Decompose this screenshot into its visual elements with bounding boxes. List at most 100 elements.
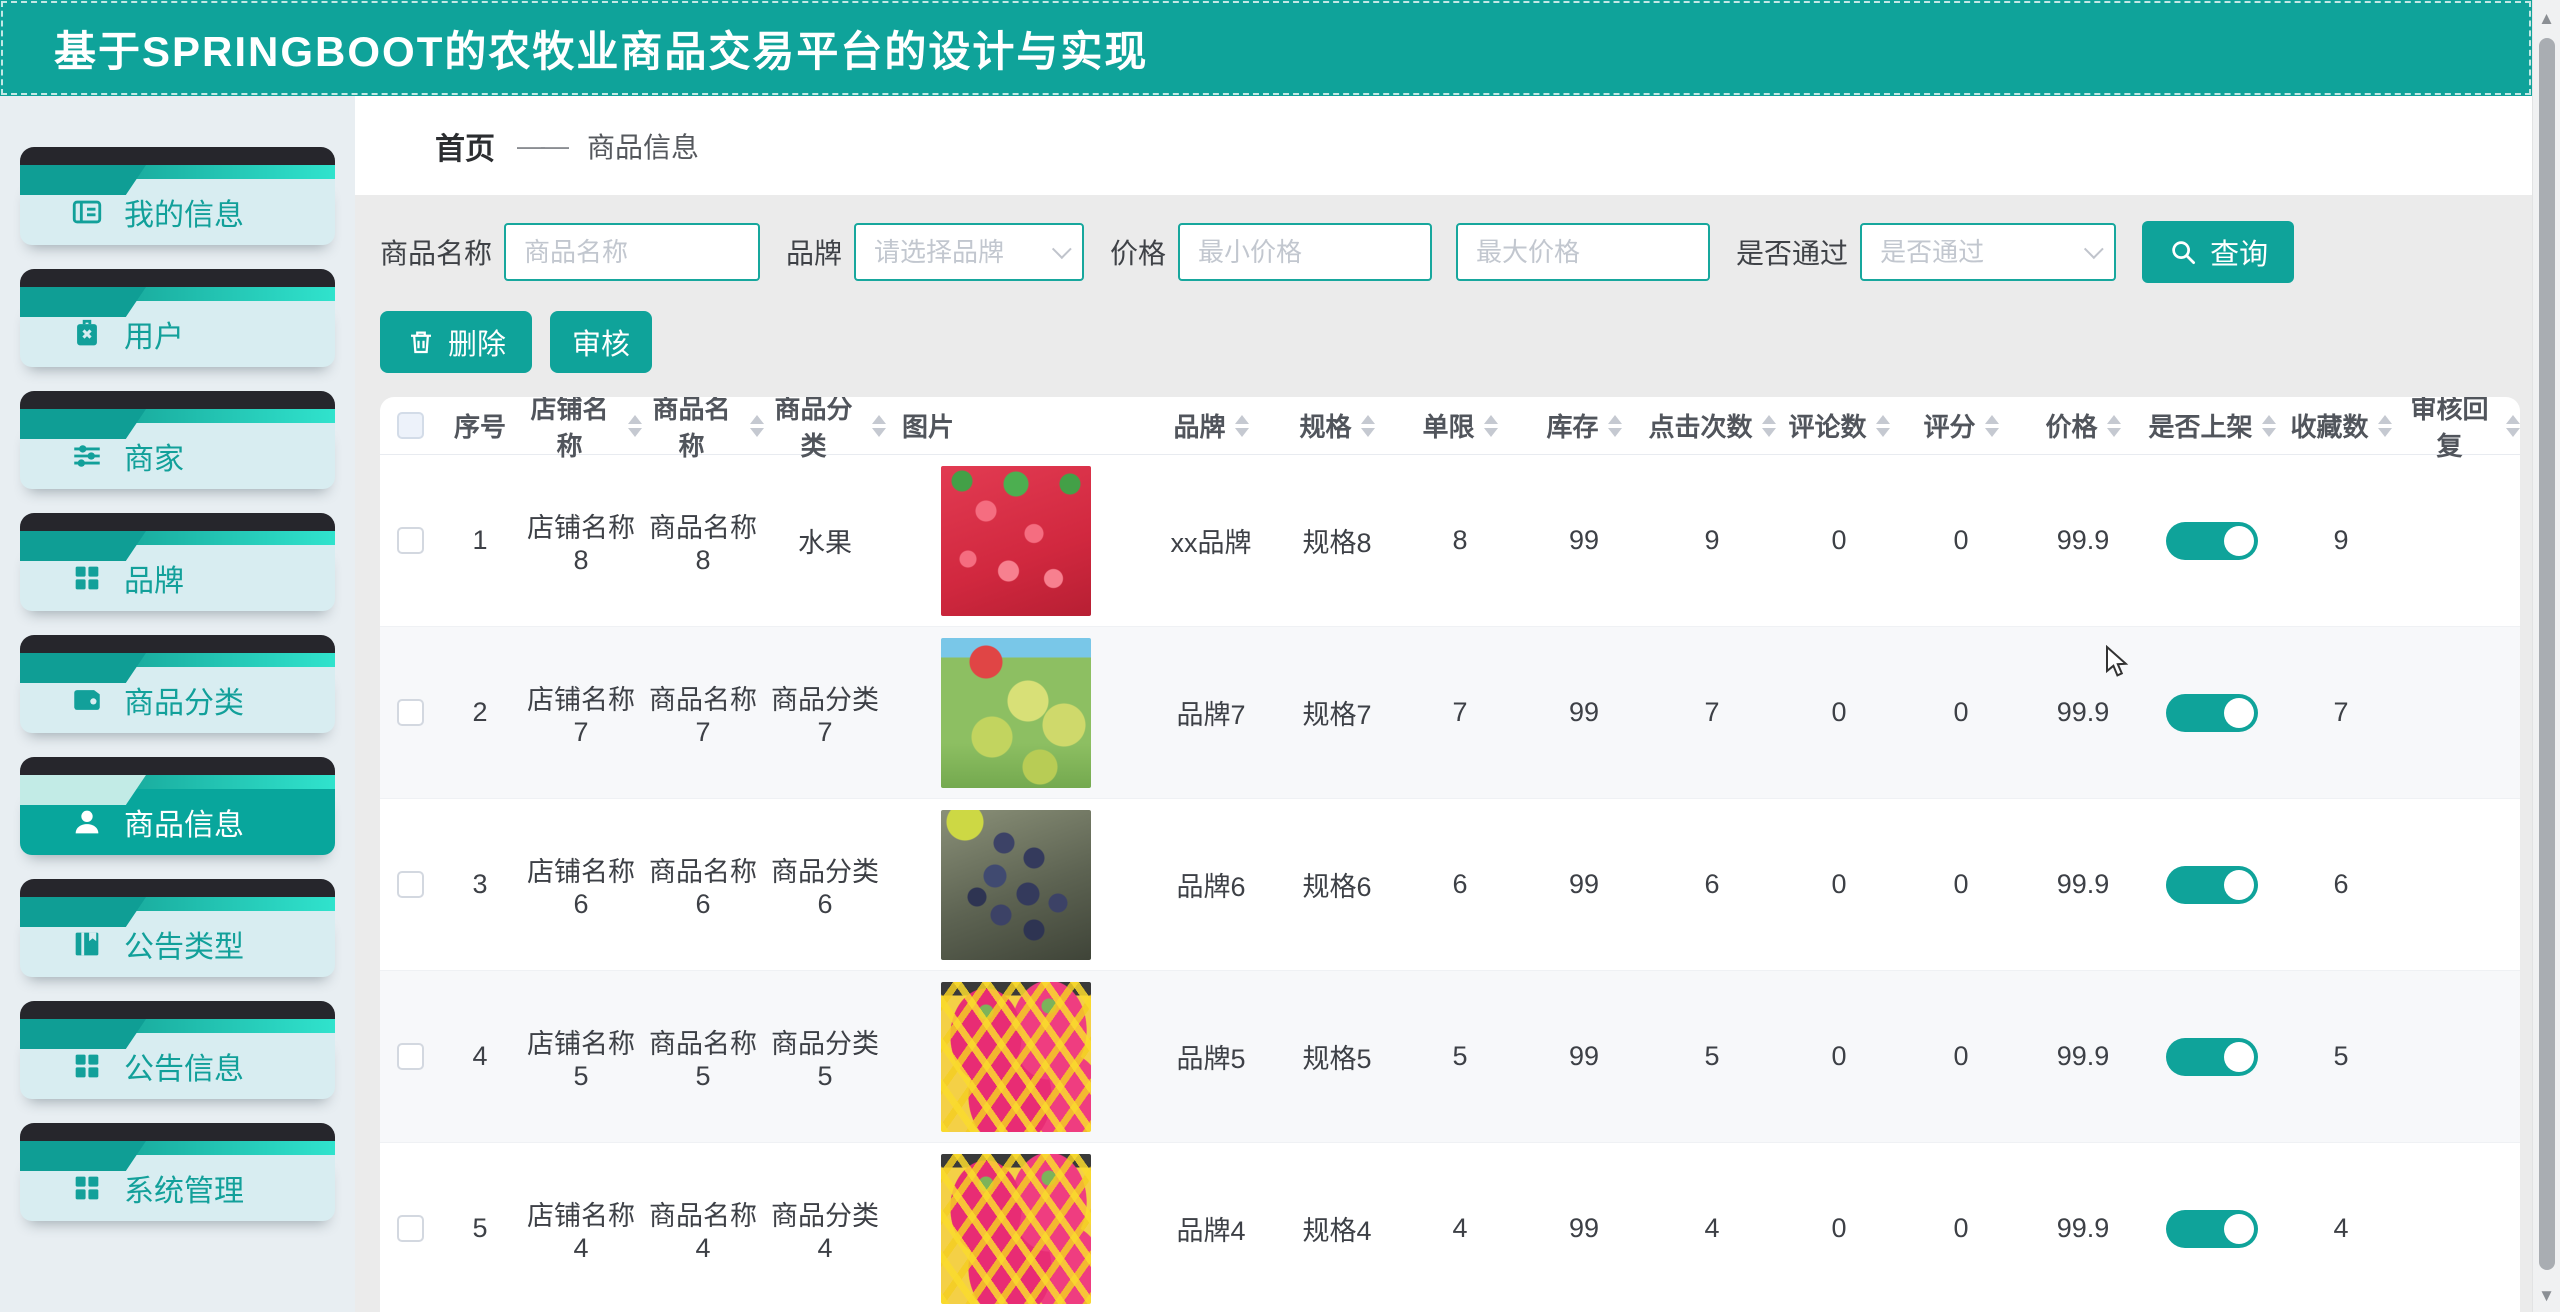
nav-top-bar <box>20 147 335 165</box>
on-shelf-toggle[interactable] <box>2166 1038 2258 1076</box>
product-image <box>941 1154 1091 1304</box>
delete-button[interactable]: 删除 <box>380 311 532 373</box>
product-image <box>941 638 1091 788</box>
sidebar-item-my-info[interactable]: 我的信息 <box>20 147 335 245</box>
nav-stripe <box>20 409 335 423</box>
sort-icons[interactable] <box>2107 415 2121 437</box>
cell-stock: 99 <box>1522 1041 1646 1072</box>
sidebar-item-brands[interactable]: 品牌 <box>20 513 335 611</box>
pass-select[interactable] <box>1860 223 2116 281</box>
nav-stripe <box>20 1019 335 1033</box>
row-checkbox[interactable] <box>397 871 424 898</box>
cell-category: 商品分类6 <box>764 850 886 920</box>
scrollbar-thumb[interactable] <box>2539 38 2555 1270</box>
col-stock[interactable]: 库存 <box>1522 407 1646 444</box>
sort-icons[interactable] <box>1361 415 1375 437</box>
scroll-down-arrow[interactable]: ▼ <box>2533 1287 2560 1304</box>
sidebar-item-users[interactable]: 用户 <box>20 269 335 367</box>
sidebar-item-announcement-types[interactable]: 公告类型 <box>20 879 335 977</box>
sidebar-item-label: 商品分类 <box>124 678 244 722</box>
col-brand[interactable]: 品牌 <box>1146 407 1276 444</box>
nav-top-bar <box>20 1001 335 1019</box>
product-image <box>941 982 1091 1132</box>
sort-icons[interactable] <box>1235 415 1249 437</box>
table-row: 5 店铺名称4 商品名称4 商品分类4 品牌4 规格4 4 99 4 0 0 9… <box>380 1143 2520 1312</box>
col-clicks[interactable]: 点击次数 <box>1646 407 1778 444</box>
col-spec[interactable]: 规格 <box>1276 407 1398 444</box>
nav-top-bar <box>20 391 335 409</box>
col-index[interactable]: 序号 <box>440 407 520 444</box>
row-checkbox[interactable] <box>397 527 424 554</box>
sidebar-item-merchants[interactable]: 商家 <box>20 391 335 489</box>
on-shelf-toggle[interactable] <box>2166 1210 2258 1248</box>
scroll-up-arrow[interactable]: ▲ <box>2533 10 2560 27</box>
col-audit-reply[interactable]: 审核回复 <box>2402 397 2520 463</box>
cell-comments: 0 <box>1778 525 1900 556</box>
breadcrumb-home[interactable]: 首页 <box>435 124 495 168</box>
nav-top-bar <box>20 269 335 287</box>
col-limit[interactable]: 单限 <box>1398 407 1522 444</box>
sidebar-item-system-management[interactable]: 系统管理 <box>20 1123 335 1221</box>
cell-stock: 99 <box>1522 1213 1646 1244</box>
nav-stripe <box>20 653 335 667</box>
col-price[interactable]: 价格 <box>2022 407 2144 444</box>
col-favorites[interactable]: 收藏数 <box>2280 407 2402 444</box>
query-button[interactable]: 查询 <box>2142 221 2294 283</box>
col-category[interactable]: 商品分类 <box>764 397 886 463</box>
on-shelf-toggle[interactable] <box>2166 694 2258 732</box>
sort-icons[interactable] <box>750 415 764 437</box>
table-row: 1 店铺名称8 商品名称8 水果 xx品牌 规格8 8 99 9 0 0 99.… <box>380 455 2520 627</box>
sidebar-item-announcement-info[interactable]: 公告信息 <box>20 1001 335 1099</box>
min-price-input[interactable] <box>1178 223 1432 281</box>
col-shop[interactable]: 店铺名称 <box>520 397 642 463</box>
sort-icons[interactable] <box>1762 415 1776 437</box>
on-shelf-toggle[interactable] <box>2166 866 2258 904</box>
select-all-checkbox[interactable] <box>397 412 424 439</box>
cell-name: 商品名称7 <box>642 678 764 748</box>
search-icon <box>2168 237 2198 267</box>
cell-favorites: 5 <box>2280 1041 2402 1072</box>
sort-icons[interactable] <box>1484 415 1498 437</box>
sort-icons[interactable] <box>2506 415 2520 437</box>
nav-stripe <box>20 897 335 911</box>
col-on-shelf[interactable]: 是否上架 <box>2144 407 2280 444</box>
col-comments[interactable]: 评论数 <box>1778 407 1900 444</box>
cell-name: 商品名称6 <box>642 850 764 920</box>
product-name-input[interactable] <box>504 223 760 281</box>
cell-clicks: 4 <box>1646 1213 1778 1244</box>
col-rating[interactable]: 评分 <box>1900 407 2022 444</box>
sort-icons[interactable] <box>2378 415 2392 437</box>
nav-stripe <box>20 287 335 301</box>
cell-category: 商品分类5 <box>764 1022 886 1092</box>
vertical-scrollbar[interactable]: ▲ ▼ <box>2532 0 2560 1312</box>
sort-icons[interactable] <box>872 415 886 437</box>
row-checkbox[interactable] <box>397 699 424 726</box>
cell-favorites: 4 <box>2280 1213 2402 1244</box>
nav-top-bar <box>20 757 335 775</box>
cell-rating: 0 <box>1900 525 2022 556</box>
brand-select[interactable] <box>854 223 1084 281</box>
sort-icons[interactable] <box>1985 415 1999 437</box>
cell-rating: 0 <box>1900 869 2022 900</box>
cell-index: 2 <box>440 697 520 728</box>
sort-icons[interactable] <box>1876 415 1890 437</box>
audit-button[interactable]: 审核 <box>550 311 652 373</box>
sort-icons[interactable] <box>628 415 642 437</box>
sort-icons[interactable] <box>2262 415 2276 437</box>
row-checkbox[interactable] <box>397 1215 424 1242</box>
col-name[interactable]: 商品名称 <box>642 397 764 463</box>
on-shelf-toggle[interactable] <box>2166 522 2258 560</box>
cell-name: 商品名称5 <box>642 1022 764 1092</box>
sidebar-item-product-info[interactable]: 商品信息 <box>20 757 335 855</box>
sort-icons[interactable] <box>1608 415 1622 437</box>
row-checkbox[interactable] <box>397 1043 424 1070</box>
cell-comments: 0 <box>1778 869 1900 900</box>
max-price-input[interactable] <box>1456 223 1710 281</box>
cell-rating: 0 <box>1900 697 2022 728</box>
cell-stock: 99 <box>1522 869 1646 900</box>
cell-comments: 0 <box>1778 1213 1900 1244</box>
sidebar-item-product-categories[interactable]: 商品分类 <box>20 635 335 733</box>
cell-favorites: 9 <box>2280 525 2402 556</box>
sidebar: 我的信息 用户 商家 品牌 <box>0 96 355 1312</box>
user-badge-icon <box>70 317 104 351</box>
